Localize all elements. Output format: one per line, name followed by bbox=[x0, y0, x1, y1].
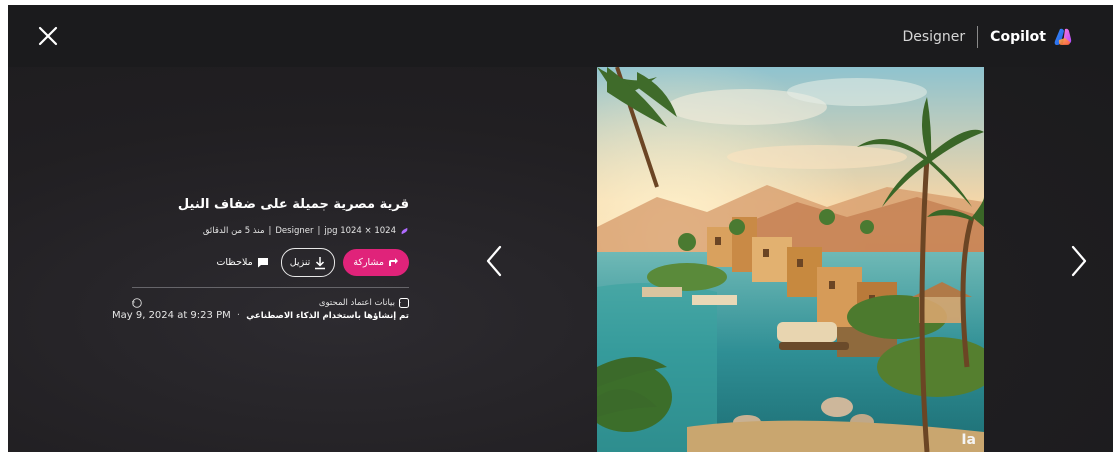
image-title: قرية مصرية جميلة على ضفاف النيل bbox=[177, 197, 409, 212]
nile-village-image bbox=[597, 67, 984, 452]
created-separator: · bbox=[236, 310, 241, 321]
designer-app-icon bbox=[401, 227, 408, 234]
download-button[interactable]: تنزيل bbox=[280, 248, 336, 277]
chat-bubble-icon bbox=[257, 258, 268, 268]
svg-text:?: ? bbox=[132, 300, 135, 308]
meta-separator: | bbox=[317, 226, 321, 236]
meta-separator: | bbox=[268, 226, 272, 236]
download-label: تنزيل bbox=[289, 257, 311, 268]
image-viewer: Designer Copilot Ia قرية مصرية جميلة على… bbox=[8, 5, 1113, 452]
created-date: May 9, 2024 at 9:23 PM bbox=[112, 310, 231, 321]
content-credentials-icon: cr bbox=[399, 298, 409, 308]
image-info-panel: قرية مصرية جميلة على ضفاف النيل jpg 1024… bbox=[112, 197, 409, 321]
chevron-right-icon bbox=[1071, 245, 1087, 277]
help-icon[interactable]: ? bbox=[132, 298, 142, 308]
image-meta: jpg 1024 × 1024 | Designer | منذ 5 من ال… bbox=[132, 226, 409, 236]
feedback-label: ملاحظات bbox=[216, 257, 253, 268]
content-credentials: cr بيانات اعتماد المحتوى ? bbox=[132, 298, 409, 308]
copilot-logo-icon bbox=[1054, 28, 1072, 45]
download-icon bbox=[315, 256, 326, 269]
copilot-label[interactable]: Copilot bbox=[978, 29, 1053, 45]
generated-image[interactable]: Ia bbox=[597, 67, 984, 452]
ai-created-label: تم إنشاؤها باستخدام الذكاء الاصطناعي bbox=[246, 311, 409, 321]
feedback-button[interactable]: ملاحظات bbox=[212, 257, 272, 268]
meta-source: Designer bbox=[275, 226, 314, 236]
close-button[interactable] bbox=[34, 22, 62, 50]
image-watermark: Ia bbox=[961, 432, 976, 448]
divider bbox=[132, 287, 409, 288]
action-buttons: مشاركة تنزيل ملاحظات bbox=[132, 248, 409, 277]
brand-area: Designer Copilot bbox=[902, 25, 1073, 49]
meta-format: jpg 1024 × 1024 bbox=[324, 226, 396, 236]
meta-time: منذ 5 من الدقائق bbox=[202, 226, 265, 236]
previous-image-button[interactable] bbox=[480, 241, 510, 281]
chevron-left-icon bbox=[486, 245, 502, 277]
close-icon bbox=[38, 26, 58, 46]
share-icon bbox=[389, 258, 398, 266]
credential-label-group[interactable]: cr بيانات اعتماد المحتوى bbox=[319, 298, 409, 308]
top-bar: Designer Copilot bbox=[8, 5, 1113, 67]
designer-link[interactable]: Designer bbox=[902, 29, 977, 45]
credential-label: بيانات اعتماد المحتوى bbox=[318, 298, 395, 308]
share-label: مشاركة bbox=[353, 257, 384, 268]
created-info: تم إنشاؤها باستخدام الذكاء الاصطناعي · M… bbox=[112, 310, 409, 321]
share-button[interactable]: مشاركة bbox=[343, 249, 409, 276]
next-image-button[interactable] bbox=[1063, 241, 1093, 281]
svg-text:cr: cr bbox=[399, 301, 402, 308]
